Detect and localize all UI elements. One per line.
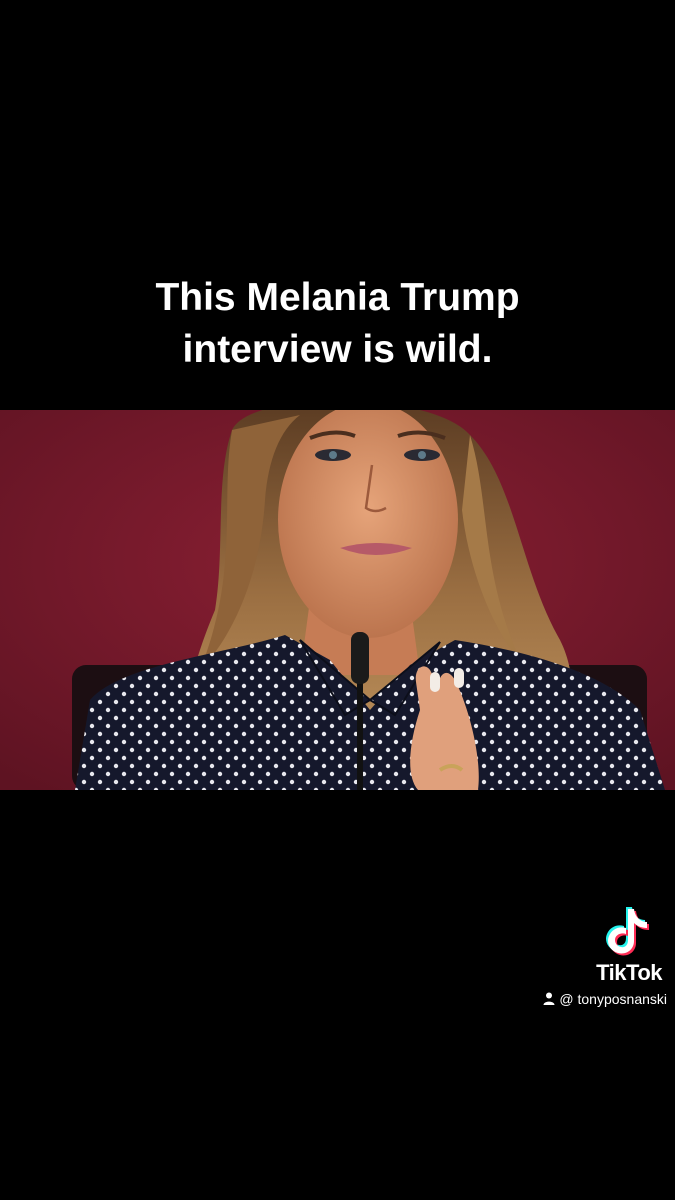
tiktok-brand-label: TikTok: [596, 960, 662, 985]
video-caption: This Melania Trump interview is wild.: [0, 272, 675, 376]
video-frame-photo: [0, 410, 675, 790]
person-icon: [543, 992, 555, 1005]
tiktok-watermark: TikTok @ tonyposnanski: [520, 905, 670, 1015]
caption-line-2: interview is wild.: [182, 328, 493, 371]
tiktok-note-icon: [606, 907, 649, 956]
caption-line-1: This Melania Trump: [155, 276, 520, 319]
creator-handle-text: @ tonyposnanski: [559, 991, 667, 1007]
creator-handle: @ tonyposnanski: [520, 991, 667, 1007]
